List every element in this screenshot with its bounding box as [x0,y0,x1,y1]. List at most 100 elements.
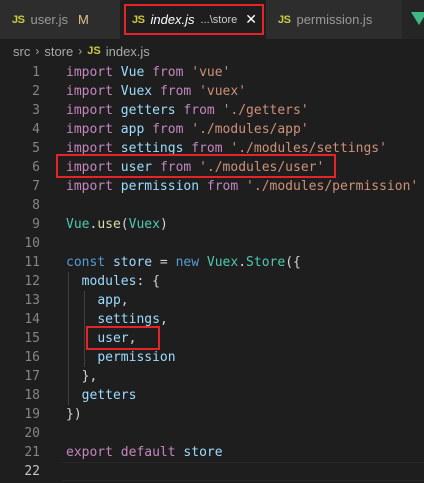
code-token: './modules/app' [191,122,309,137]
code-token: : { [136,274,160,289]
tab-user-js[interactable]: JS user.js M [0,0,120,39]
code-editor[interactable]: 1 import Vue from 'vue' 2 import Vuex from … [0,62,424,483]
chevron-right-icon: › [78,44,83,58]
code-line[interactable]: 19}) [0,405,424,424]
tab-permission-js[interactable]: JS permission.js [266,0,402,39]
code-token: }, [66,369,98,384]
line-number: 11 [24,255,40,270]
code-line[interactable]: 14 settings, [0,310,424,329]
tab-label: index.js [150,12,195,27]
code-text: import app from './modules/app' [66,120,309,139]
code-text: import permission from './modules/permis… [66,177,418,196]
code-token: = [152,255,176,270]
tab-index-js[interactable]: JS index.js ...\store ✕ [120,0,266,39]
line-number: 7 [32,179,40,194]
code-token: './modules/permission' [246,179,419,194]
code-text: const store = new Vuex.Store({ [66,253,301,272]
line-number: 8 [32,198,40,213]
code-token: user [120,160,153,175]
breadcrumb-item-src[interactable]: src [13,44,30,59]
indent-guide [83,291,85,367]
code-token: , [159,312,168,327]
line-number: 3 [32,103,40,118]
tab-label: permission.js [296,12,373,27]
code-line[interactable]: 12 modules: { [0,272,424,291]
code-text: user, [66,329,136,348]
line-number: 13 [24,293,40,308]
code-line[interactable]: 9 Vue.use(Vuex) [0,215,424,234]
code-line[interactable]: 17 }, [0,367,424,386]
code-token: use [97,217,121,232]
code-text: permission [66,348,175,367]
code-text: }, [66,367,98,386]
code-line[interactable]: 16 permission [0,348,424,367]
code-token: Store [246,255,286,270]
code-text: import Vue from 'vue' [66,63,230,82]
code-line[interactable]: 13 app, [0,291,424,310]
code-token: permission [120,179,200,194]
code-line[interactable]: 4 import app from './modules/app' [0,120,424,139]
code-line[interactable]: 6 import user from './modules/user' [0,158,424,177]
code-line[interactable]: 8 [0,196,424,215]
code-line[interactable]: 1 import Vue from 'vue' [0,63,424,82]
tab-bar: JS user.js M JS index.js ...\store ✕ JS … [0,0,424,40]
code-line[interactable]: 3 import getters from './getters' [0,101,424,120]
code-line[interactable]: 15 user, [0,329,424,348]
code-line[interactable]: 22 [0,462,424,481]
line-number: 9 [32,217,40,232]
code-text: import Vuex from 'vuex' [66,82,246,101]
code-token: user [97,331,129,346]
js-file-icon: JS [12,13,25,26]
code-token: './modules/user' [199,160,325,175]
breadcrumb-item-index-js[interactable]: index.js [106,44,150,59]
code-token: import [66,160,113,175]
code-token: export [66,445,113,460]
code-line[interactable]: 10 [0,234,424,253]
code-token: modules [81,274,137,289]
breadcrumb-item-store[interactable]: store [44,44,73,59]
code-token: store [112,255,153,270]
code-line[interactable]: 20 [0,424,424,443]
code-text: settings, [66,310,168,329]
vue-file-icon[interactable] [411,12,424,25]
code-line[interactable]: 7 import permission from './modules/permi… [0,177,424,196]
line-number: 12 [24,274,40,289]
code-token: default [120,445,176,460]
js-file-icon: JS [87,45,101,57]
code-token: Vue [66,217,90,232]
line-number: 5 [32,141,40,156]
line-number: 6 [32,160,40,175]
code-line[interactable]: 21 export default store [0,443,424,462]
code-line[interactable]: 18 getters [0,386,424,405]
code-token: 'vuex' [199,84,247,99]
code-line[interactable]: 11 const store = new Vuex.Store({ [0,253,424,272]
code-token: './getters' [222,103,309,118]
code-token: getters [120,103,176,118]
code-token: const [66,255,106,270]
code-token: ( [120,217,129,232]
code-token: , [128,331,137,346]
line-number: 10 [24,236,40,251]
code-text: export default store [66,443,223,462]
code-line[interactable]: 2 import Vuex from 'vuex' [0,82,424,101]
code-text: app, [66,291,129,310]
code-token: ) [159,217,168,232]
line-number: 22 [24,464,40,479]
code-token: , [120,293,129,308]
tab-label: user.js [30,12,69,27]
code-line[interactable]: 5 import settings from './modules/setting… [0,139,424,158]
code-token: from [183,103,215,118]
code-text: import getters from './getters' [66,101,309,120]
close-icon[interactable]: ✕ [245,11,257,28]
